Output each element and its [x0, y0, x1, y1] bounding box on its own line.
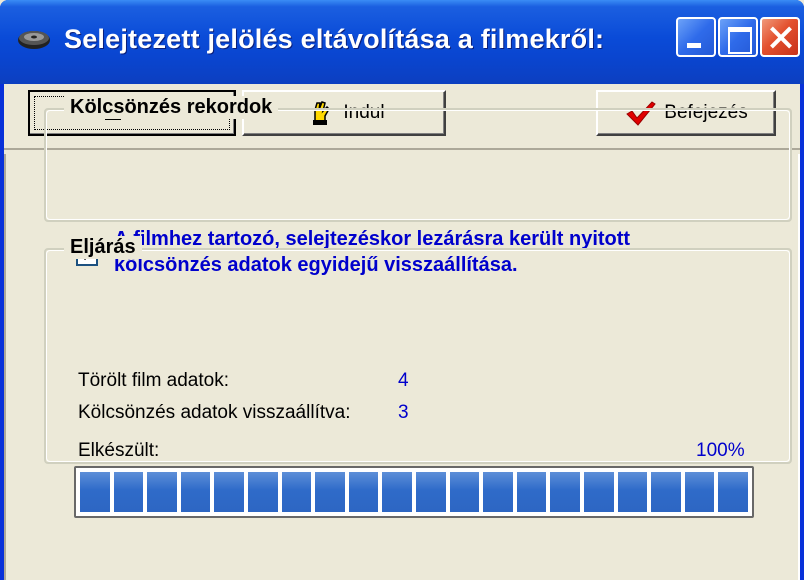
restored-rentals-value: 3 [398, 402, 409, 423]
deleted-films-label: Törölt film adatok: [78, 370, 229, 391]
procedure-group: Eljárás [44, 236, 792, 464]
progress-segment [348, 472, 379, 512]
progress-segment [550, 472, 580, 512]
procedure-group-title: Eljárás [64, 236, 142, 259]
progress-segment [449, 472, 480, 512]
progress-segment [247, 472, 278, 512]
close-button[interactable] [760, 17, 800, 57]
progress-segment [617, 472, 648, 512]
maximize-button[interactable] [718, 17, 758, 57]
film-reel-icon [18, 31, 50, 49]
progress-segment [651, 472, 681, 512]
progress-segment [516, 472, 547, 512]
progress-segment [281, 472, 312, 512]
group-frame [46, 250, 790, 462]
rental-group-title: Kölcsönzés rekordok [64, 96, 279, 119]
progress-segment [147, 472, 177, 512]
progress-label: Elkészült: [78, 440, 160, 461]
progress-segment [113, 472, 144, 512]
progress-segment [180, 472, 211, 512]
progress-segment [684, 472, 715, 512]
progress-segment [315, 472, 345, 512]
progress-percent: 100% [696, 440, 745, 461]
window-title: Selejtezett jelölés eltávolítása a filme… [64, 24, 605, 54]
progress-segment [415, 472, 446, 512]
progress-bar [74, 466, 754, 518]
progress-segment [382, 472, 412, 512]
restored-rentals-label: Kölcsönzés adatok visszaállítva: [78, 402, 351, 423]
progress-segment [214, 472, 244, 512]
progress-segment [583, 472, 614, 512]
progress-segment [80, 472, 110, 512]
progress-segment [483, 472, 513, 512]
minimize-button[interactable] [676, 17, 716, 57]
progress-segment [718, 472, 748, 512]
group-frame [46, 110, 790, 220]
rental-records-group: Kölcsönzés rekordok [44, 96, 792, 222]
title-bar[interactable]: Selejtezett jelölés eltávolítása a filme… [0, 0, 804, 84]
deleted-films-value: 4 [398, 370, 409, 391]
